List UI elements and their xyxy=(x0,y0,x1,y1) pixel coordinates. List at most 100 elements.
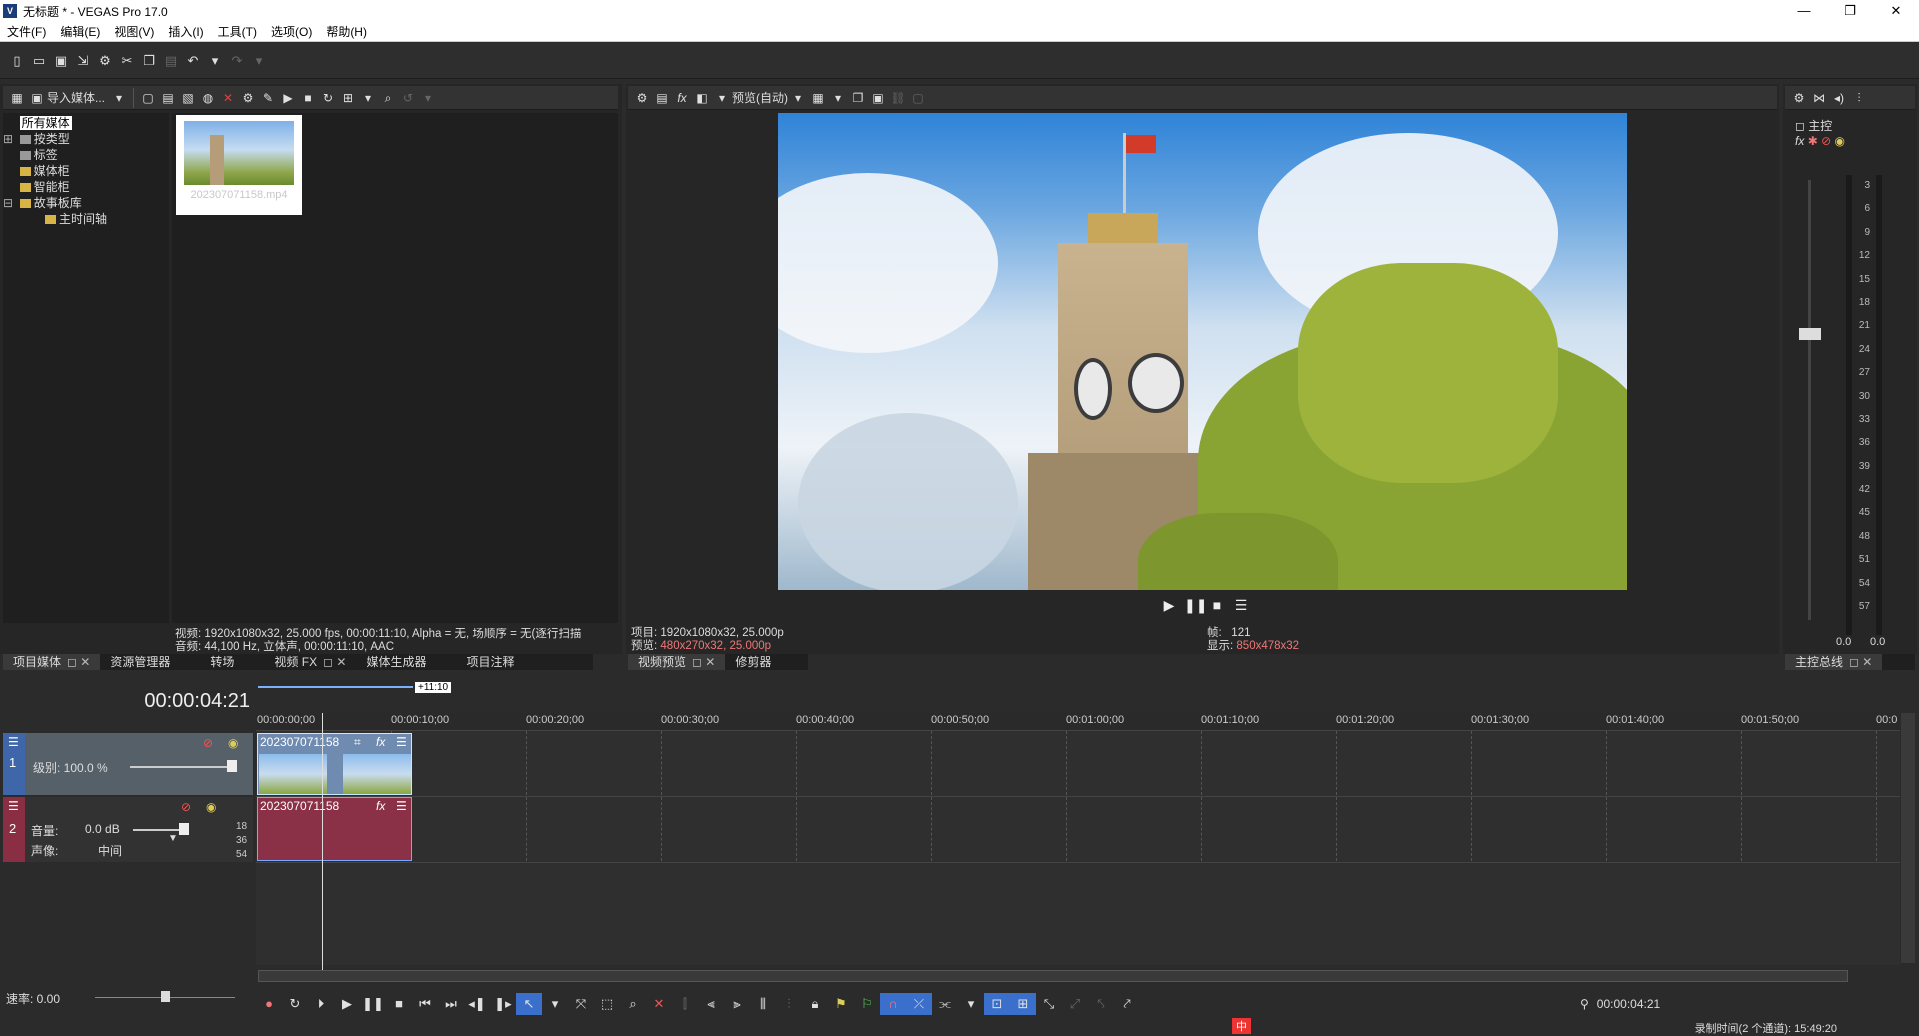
timeline-horizontal-scrollbar[interactable] xyxy=(258,970,1848,982)
delete-icon[interactable]: ✕ xyxy=(218,87,238,109)
volume-slider-handle[interactable] xyxy=(179,823,189,835)
video-track-header[interactable]: ☰ 1 ⊘ ◉ 级别: 100.0 % xyxy=(3,733,253,795)
menu-help[interactable]: 帮助(H) xyxy=(319,23,374,40)
marker-icon[interactable]: ⚑ xyxy=(828,993,854,1015)
loop-region[interactable] xyxy=(258,686,413,688)
open-folder-icon[interactable]: ▭ xyxy=(28,50,50,72)
refresh-dropdown-icon[interactable]: ▾ xyxy=(418,87,438,109)
refresh-icon[interactable]: ↺ xyxy=(398,87,418,109)
audio-track-menu-icon[interactable]: ☰ xyxy=(8,799,19,813)
trim-icon[interactable]: ⫿ xyxy=(672,993,698,1015)
quality-dropdown-icon[interactable]: ▾ xyxy=(788,87,808,109)
trim-start-icon[interactable]: ⫷ xyxy=(698,993,724,1015)
audio-fx-icon[interactable]: fx xyxy=(376,799,385,813)
ime-indicator[interactable]: 中 xyxy=(1232,1018,1251,1034)
play-icon[interactable]: ▶ xyxy=(278,87,298,109)
device-icon[interactable]: ▤ xyxy=(652,87,672,109)
menu-insert[interactable]: 插入(I) xyxy=(161,23,210,40)
auto-crossfade-icon[interactable]: ⤫ xyxy=(906,993,932,1015)
motion-tracking-icon[interactable]: ⤤ xyxy=(1114,993,1140,1015)
record-icon[interactable]: ● xyxy=(256,993,282,1015)
stop-icon[interactable]: ■ xyxy=(298,87,318,109)
timeline-stop-icon[interactable]: ■ xyxy=(386,993,412,1015)
event-fx-icon[interactable]: ⤣ xyxy=(1088,993,1114,1015)
audio-mute-icon[interactable]: ⊘ xyxy=(181,800,191,814)
menu-edit[interactable]: 编辑(E) xyxy=(53,23,107,40)
crop-icon[interactable]: ⌗ xyxy=(354,735,361,750)
import-dropdown-icon[interactable]: ▾ xyxy=(109,87,129,109)
menu-file[interactable]: 文件(F) xyxy=(0,23,53,40)
audio-solo-icon[interactable]: ◉ xyxy=(206,800,216,814)
split-screen-icon[interactable]: ◧ xyxy=(692,87,712,109)
ignore-grouping-icon[interactable]: ⊞ xyxy=(1010,993,1036,1015)
preview-settings-icon[interactable]: ⚙ xyxy=(632,87,652,109)
copy-snapshot-icon[interactable]: ❐ xyxy=(848,87,868,109)
preview-quality-select[interactable]: 预览(自动) xyxy=(732,89,788,106)
tree-item-smart-bins[interactable]: 智能柜 xyxy=(3,179,169,195)
import-media-icon[interactable]: ▣ xyxy=(27,87,47,109)
tree-item-main-timeline[interactable]: 主时间轴 xyxy=(3,211,169,227)
track-solo-icon[interactable]: ◉ xyxy=(228,736,238,750)
timeline-play-icon[interactable]: ▶ xyxy=(334,993,360,1015)
tree-item-tags[interactable]: 标签 xyxy=(3,147,169,163)
video-fx-icon[interactable]: fx xyxy=(672,87,692,109)
timeline-timecode[interactable]: 00:00:04:21 xyxy=(20,690,250,713)
menu-view[interactable]: 视图(V) xyxy=(107,23,161,40)
overlays-icon[interactable]: ▦ xyxy=(808,87,828,109)
master-fx-icon[interactable]: fx xyxy=(1795,134,1804,148)
tab-trimmer[interactable]: 修剪器 xyxy=(725,654,781,670)
overlays-dropdown-icon[interactable]: ▾ xyxy=(828,87,848,109)
dim-output-icon[interactable]: ◂) xyxy=(1829,87,1849,109)
preview-stop-icon[interactable]: ■ xyxy=(1208,596,1226,614)
preview-play-icon[interactable]: ▶ xyxy=(1160,596,1178,614)
play-from-start-icon[interactable]: ⏵ xyxy=(308,993,334,1015)
zoom-tool-icon[interactable]: ⌕ xyxy=(620,993,646,1015)
master-settings-icon[interactable]: ⚙ xyxy=(1789,87,1809,109)
delete-event-icon[interactable]: ✕ xyxy=(646,993,672,1015)
preview-menu-icon[interactable]: ☰ xyxy=(1232,596,1250,614)
rate-slider-handle[interactable] xyxy=(161,991,170,1002)
level-slider[interactable] xyxy=(130,766,230,768)
fx-icon[interactable]: ✎ xyxy=(258,87,278,109)
close-button[interactable]: ✕ xyxy=(1873,0,1919,22)
copy-icon[interactable]: ❐ xyxy=(138,50,160,72)
auto-ripple-icon[interactable]: ⫘ xyxy=(932,993,958,1015)
web-icon[interactable]: ◍ xyxy=(198,87,218,109)
downmix-icon[interactable]: ⋈ xyxy=(1809,87,1829,109)
new-file-icon[interactable]: ▯ xyxy=(6,50,28,72)
tree-item-storyboard[interactable]: ⊟ 故事板库 xyxy=(3,195,169,211)
clip-menu-icon[interactable]: ☰ xyxy=(396,735,407,749)
tab-project-media[interactable]: 项目媒体 ◻ ✕ xyxy=(3,654,101,670)
save-icon[interactable]: ▣ xyxy=(50,50,72,72)
tab-transitions[interactable]: 转场 xyxy=(180,654,244,670)
go-to-start-icon[interactable]: ⏮ xyxy=(412,993,438,1015)
render-icon[interactable]: ⇲ xyxy=(72,50,94,72)
time-stretch-icon[interactable]: ⤢ xyxy=(1062,993,1088,1015)
master-solo-icon[interactable]: ⊘ xyxy=(1821,134,1831,148)
edit-tool-dropdown-icon[interactable]: ▾ xyxy=(542,993,568,1015)
tree-item-media-bins[interactable]: 媒体柜 xyxy=(3,163,169,179)
track-menu-icon[interactable]: ☰ xyxy=(8,735,19,749)
tab-explorer[interactable]: 资源管理器 xyxy=(100,654,180,670)
event-pan-crop-icon[interactable]: ⤡ xyxy=(1036,993,1062,1015)
views-dropdown-icon[interactable]: ▾ xyxy=(358,87,378,109)
tab-video-fx[interactable]: 视频 FX ◻ ✕ xyxy=(244,654,356,670)
auto-ripple-dropdown-icon[interactable]: ▾ xyxy=(958,993,984,1015)
media-thumbnail[interactable]: 202307071158.mp4 xyxy=(176,115,302,215)
snap-icon[interactable]: ∩ xyxy=(880,993,906,1015)
master-mute-icon[interactable]: ✱ xyxy=(1808,134,1818,148)
split-dropdown-icon[interactable]: ▾ xyxy=(712,87,732,109)
redo-dropdown-icon[interactable]: ▾ xyxy=(248,50,270,72)
cursor-time[interactable]: 00:00:04:21 xyxy=(1597,997,1660,1011)
tree-item-by-type[interactable]: ⊞ 按类型 xyxy=(3,131,169,147)
link-icon[interactable]: ⛓ xyxy=(888,87,908,109)
level-slider-handle[interactable] xyxy=(227,760,237,772)
settings-icon[interactable]: ⚙ xyxy=(94,50,116,72)
audio-clip-menu-icon[interactable]: ☰ xyxy=(396,799,407,813)
trim-end-icon[interactable]: ⫸ xyxy=(724,993,750,1015)
ripple-icon[interactable]: ⫶ xyxy=(776,993,802,1015)
preview-pause-icon[interactable]: ❚❚ xyxy=(1184,596,1207,614)
lock-envelopes-icon[interactable]: ⊡ xyxy=(984,993,1010,1015)
cut-icon[interactable]: ✂ xyxy=(116,50,138,72)
menu-options[interactable]: 选项(O) xyxy=(264,23,319,40)
